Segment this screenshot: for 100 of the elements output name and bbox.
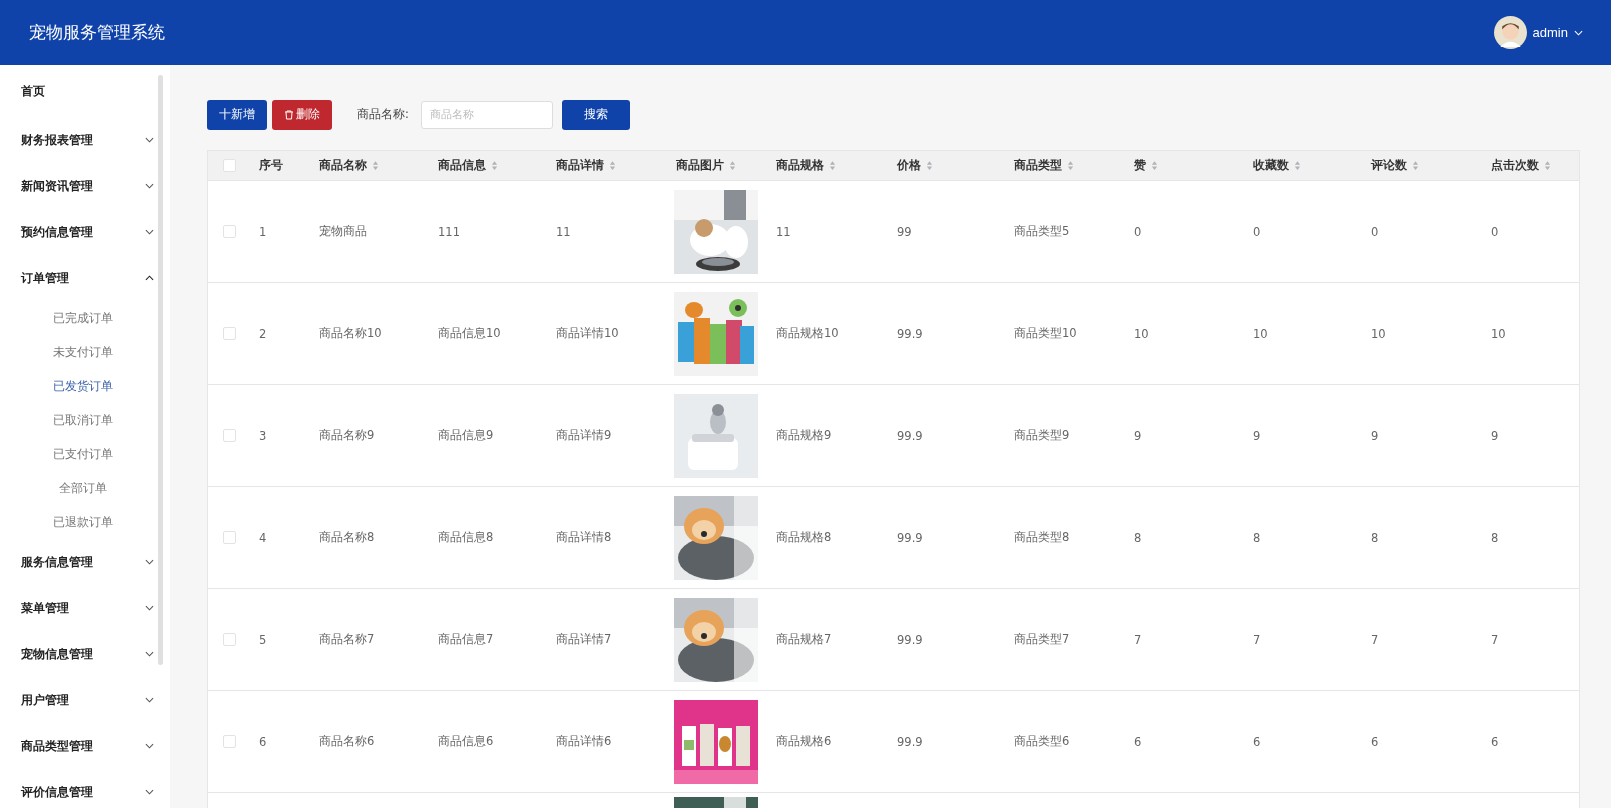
- sort-icon: [609, 160, 616, 171]
- scrollbar[interactable]: [158, 75, 163, 665]
- column-header[interactable]: 商品名称: [319, 158, 379, 173]
- submenu-item[interactable]: 已支付订单: [0, 437, 170, 471]
- checkbox[interactable]: [223, 327, 236, 340]
- table-cell: 8: [1371, 530, 1379, 545]
- trash-icon: [284, 109, 294, 120]
- table-cell: 商品详情6: [556, 734, 612, 749]
- table-cell: 商品规格6: [776, 734, 832, 749]
- table-cell: 2: [259, 326, 267, 341]
- menu-item[interactable]: 预约信息管理: [0, 209, 170, 255]
- table-cell: 11: [556, 224, 571, 239]
- sort-icon: [1067, 160, 1074, 171]
- menu-item[interactable]: 用户管理: [0, 677, 170, 723]
- column-header[interactable]: 商品图片: [676, 158, 736, 173]
- table-cell: 商品类型9: [1014, 428, 1070, 443]
- table-cell: 商品规格8: [776, 530, 832, 545]
- table-cell: 6: [1491, 734, 1499, 749]
- menu-item[interactable]: 商品类型管理: [0, 723, 170, 769]
- sort-icon: [372, 160, 379, 171]
- table-cell: 99: [897, 224, 912, 239]
- table-cell: 0: [1253, 224, 1261, 239]
- column-header[interactable]: 价格: [897, 158, 933, 173]
- table-cell: 商品详情7: [556, 632, 612, 647]
- table-cell: 10: [1253, 326, 1268, 341]
- column-header[interactable]: 商品类型: [1014, 158, 1074, 173]
- table-cell: 商品名称8: [319, 530, 375, 545]
- table-cell: 6: [1253, 734, 1261, 749]
- table-cell: 商品名称6: [319, 734, 375, 749]
- table-cell: 9: [1253, 428, 1261, 443]
- table-cell: 1: [259, 224, 267, 239]
- column-header[interactable]: 收藏数: [1253, 158, 1301, 173]
- table-cell: 6: [259, 734, 267, 749]
- sort-icon: [491, 160, 498, 171]
- checkbox[interactable]: [223, 429, 236, 442]
- table-cell: 8: [1491, 530, 1499, 545]
- menu-item[interactable]: 新闻资讯管理: [0, 163, 170, 209]
- menu-item[interactable]: 订单管理: [0, 255, 170, 301]
- table-cell: 8: [1134, 530, 1142, 545]
- column-header[interactable]: 点击次数: [1491, 158, 1551, 173]
- checkbox[interactable]: [223, 735, 236, 748]
- table-cell: 商品规格9: [776, 428, 832, 443]
- menu-item[interactable]: 评价信息管理: [0, 769, 170, 808]
- table-cell: 商品详情8: [556, 530, 612, 545]
- submenu-item[interactable]: 未支付订单: [0, 335, 170, 369]
- column-header[interactable]: 评论数: [1371, 158, 1419, 173]
- user-name[interactable]: admin: [1532, 25, 1568, 40]
- menu-item[interactable]: 财务报表管理: [0, 117, 170, 163]
- sort-icon: [926, 160, 933, 171]
- submenu-item[interactable]: 全部订单: [0, 471, 170, 505]
- menu-item[interactable]: 宠物信息管理: [0, 631, 170, 677]
- table-cell: 99.9: [897, 734, 923, 749]
- sort-icon: [729, 160, 736, 171]
- table-cell: 0: [1371, 224, 1379, 239]
- submenu-item[interactable]: 已发货订单: [0, 369, 170, 403]
- table-cell: 9: [1134, 428, 1142, 443]
- table-cell: 99.9: [897, 632, 923, 647]
- table-cell: 商品类型5: [1014, 224, 1070, 239]
- column-header[interactable]: 赞: [1134, 158, 1158, 173]
- column-header[interactable]: 商品信息: [438, 158, 498, 173]
- chevron-down-icon[interactable]: [1574, 29, 1583, 36]
- table-cell: 商品信息8: [438, 530, 494, 545]
- search-field[interactable]: 商品名称: [420, 100, 553, 129]
- checkbox[interactable]: [223, 531, 236, 544]
- app-title: 宠物服务管理系统: [29, 21, 165, 44]
- column-header[interactable]: 序号: [259, 158, 283, 173]
- table-cell: 商品信息7: [438, 632, 494, 647]
- submenu-item[interactable]: 已退款订单: [0, 505, 170, 539]
- table-cell: 99.9: [897, 326, 923, 341]
- menu-item[interactable]: 服务信息管理: [0, 539, 170, 585]
- delete-button[interactable]: 删除: [272, 99, 332, 130]
- menu-item[interactable]: 首页: [0, 65, 170, 117]
- table-cell: 0: [1134, 224, 1142, 239]
- table-cell: 商品规格10: [776, 326, 839, 341]
- table-cell: 7: [1134, 632, 1142, 647]
- table-cell: 0: [1491, 224, 1499, 239]
- checkbox[interactable]: [223, 225, 236, 238]
- table-cell: 商品名称7: [319, 632, 375, 647]
- table-cell: 11: [776, 224, 791, 239]
- column-header[interactable]: 商品详情: [556, 158, 616, 173]
- sort-icon: [1544, 160, 1551, 171]
- table-cell: 商品类型6: [1014, 734, 1070, 749]
- search-label: 商品名称:: [357, 107, 409, 122]
- add-button[interactable]: 十新增: [207, 99, 267, 130]
- table-cell: 7: [1253, 632, 1261, 647]
- table-cell: 9: [1491, 428, 1499, 443]
- checkbox[interactable]: [223, 159, 236, 172]
- table-cell: 商品信息10: [438, 326, 501, 341]
- table-cell: 商品类型8: [1014, 530, 1070, 545]
- search-button[interactable]: 搜索: [561, 99, 630, 130]
- menu-item[interactable]: 菜单管理: [0, 585, 170, 631]
- submenu-item[interactable]: 已取消订单: [0, 403, 170, 437]
- column-header[interactable]: 商品规格: [776, 158, 836, 173]
- table-cell: 商品名称10: [319, 326, 382, 341]
- checkbox[interactable]: [223, 633, 236, 646]
- sort-icon: [1412, 160, 1419, 171]
- submenu-item[interactable]: 已完成订单: [0, 301, 170, 335]
- table-cell: 5: [259, 632, 267, 647]
- table-cell: 9: [1371, 428, 1379, 443]
- table-cell: 99.9: [897, 428, 923, 443]
